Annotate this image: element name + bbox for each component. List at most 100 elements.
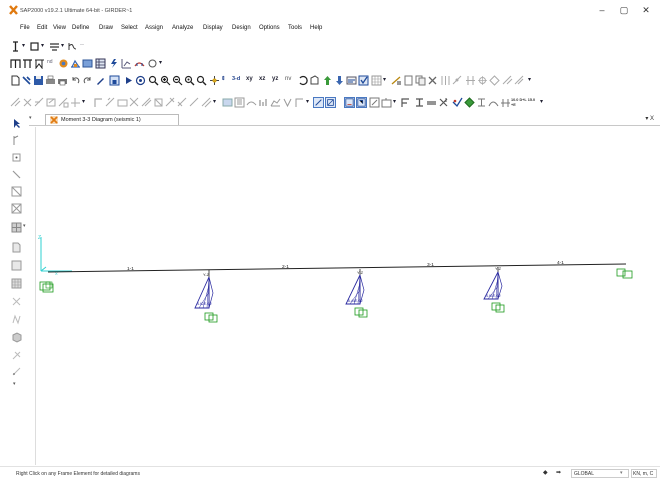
menu-file[interactable]: File	[20, 25, 30, 31]
draw-area-icon[interactable]	[11, 222, 22, 233]
snap-perp-icon[interactable]	[514, 75, 525, 86]
load-icon[interactable]	[58, 58, 69, 69]
show-loads-icon[interactable]	[234, 97, 245, 108]
save-icon[interactable]	[33, 75, 44, 86]
select-previous-icon[interactable]	[356, 97, 367, 108]
view-yz-button[interactable]: yz	[272, 76, 278, 82]
draw-frame-icon[interactable]	[391, 75, 402, 86]
diagonal-icon[interactable]	[189, 97, 200, 108]
cable-icon[interactable]	[141, 97, 152, 108]
dropdown-arrow-icon[interactable]: ▾	[22, 42, 25, 49]
moment-icon[interactable]	[34, 58, 45, 69]
axis-toggle-icon[interactable]: ⇕	[221, 76, 226, 82]
close-window-button[interactable]: ▾ X	[645, 115, 654, 122]
dropdown-arrow-icon[interactable]: ▾	[306, 98, 309, 105]
show-virtual-work-icon[interactable]	[282, 97, 293, 108]
draw-joint-icon[interactable]	[11, 152, 22, 163]
zoom-window-icon[interactable]	[148, 75, 159, 86]
select-intersect-icon[interactable]	[344, 97, 355, 108]
table-icon[interactable]	[82, 58, 93, 69]
solid-icon[interactable]	[153, 97, 164, 108]
dropdown-arrow-icon[interactable]: ▾	[41, 42, 44, 49]
assign-frame-icon[interactable]	[22, 97, 33, 108]
close-button[interactable]: ✕	[639, 4, 653, 16]
right-support[interactable]	[616, 268, 633, 279]
quick-draw-area-icon[interactable]	[11, 278, 22, 289]
up-arrow-icon[interactable]	[322, 75, 333, 86]
pin-icon[interactable]	[21, 75, 32, 86]
menu-display[interactable]: Display	[203, 25, 223, 31]
print-icon[interactable]	[57, 75, 68, 86]
maximize-button[interactable]: ▢	[617, 4, 631, 16]
stop-icon[interactable]	[135, 75, 146, 86]
grid-icon[interactable]	[371, 75, 382, 86]
view-3d-button[interactable]: 3-d	[232, 76, 240, 82]
steel-design-icon[interactable]	[414, 97, 425, 108]
model-canvas[interactable]: Z X 1-1 2-1 3-1 4-1 Y-Z 4.62E-02 Y-Z 6.4…	[35, 127, 660, 465]
zoom-out-icon[interactable]	[172, 75, 183, 86]
bridge-icon[interactable]	[70, 58, 81, 69]
dropdown-arrow-icon[interactable]: ▾	[213, 98, 216, 105]
copy-icon[interactable]	[415, 75, 426, 86]
show-stress-icon[interactable]	[270, 97, 281, 108]
snap-point-icon[interactable]	[477, 75, 488, 86]
units-display[interactable]: 10.0 D+L 15.0 +E	[511, 98, 538, 107]
quick-draw-brace-icon[interactable]	[11, 203, 22, 214]
checkbox-icon[interactable]	[358, 75, 369, 86]
moment-diagram-view[interactable]: Z X 1-1 2-1 3-1 4-1 Y-Z 4.62E-02 Y-Z 6.4…	[35, 127, 660, 465]
draw-tendon-icon[interactable]	[11, 314, 22, 325]
steel-check-icon[interactable]	[476, 97, 487, 108]
diamond-icon[interactable]	[464, 97, 475, 108]
section-tool-icon[interactable]	[10, 41, 21, 52]
menu-define[interactable]: Define	[72, 25, 89, 31]
dropdown-arrow-icon[interactable]: ▾	[528, 76, 531, 83]
show-plot-functions-icon[interactable]	[294, 97, 305, 108]
new-icon[interactable]	[10, 75, 21, 86]
frame-loads-icon[interactable]	[105, 97, 116, 108]
zoom-previous-icon[interactable]	[196, 75, 207, 86]
column-1[interactable]: Y-Z 4.62E-02	[194, 270, 218, 323]
vertical-grid-icon[interactable]	[440, 75, 451, 86]
tendon-icon[interactable]	[165, 97, 176, 108]
document-icon[interactable]	[403, 75, 414, 86]
snap-diamond-icon[interactable]	[489, 75, 500, 86]
concrete-design-icon[interactable]	[426, 97, 437, 108]
dropdown-arrow-icon[interactable]: ▾	[383, 76, 386, 83]
frame-dropdown-icon[interactable]	[29, 41, 40, 52]
draw-section-cut-icon[interactable]	[11, 350, 22, 361]
run-icon[interactable]	[123, 75, 134, 86]
draw-solid-icon[interactable]	[11, 332, 22, 343]
snap-grid-icon[interactable]	[465, 75, 476, 86]
joint-loads-icon[interactable]	[129, 97, 140, 108]
view-xz-button[interactable]: xz	[259, 76, 265, 82]
minimize-button[interactable]: –	[595, 4, 609, 16]
menu-assign[interactable]: Assign	[145, 25, 163, 31]
show-forces-icon[interactable]	[258, 97, 269, 108]
curve-icon[interactable]	[488, 97, 499, 108]
redo-icon[interactable]	[82, 75, 93, 86]
menu-tools[interactable]: Tools	[288, 25, 302, 31]
rotate-icon[interactable]	[297, 75, 308, 86]
draw-frame-icon[interactable]	[11, 169, 22, 180]
zoom-fit-icon[interactable]	[184, 75, 195, 86]
down-arrow-icon[interactable]	[334, 75, 345, 86]
frame-rect-icon[interactable]	[10, 58, 21, 69]
zoom-in-icon[interactable]	[160, 75, 171, 86]
dropdown-arrow-icon[interactable]: ▾	[61, 42, 64, 49]
left-support[interactable]	[39, 281, 54, 293]
frame-releases-icon[interactable]	[93, 97, 104, 108]
draw-dimension-icon[interactable]	[11, 366, 22, 377]
menu-draw[interactable]: Draw	[99, 25, 113, 31]
design-frame-icon[interactable]	[400, 97, 411, 108]
pointer-icon[interactable]	[452, 97, 463, 108]
lightning-icon[interactable]	[108, 58, 119, 69]
dropdown-arrow-icon[interactable]: ▾	[23, 223, 26, 229]
snap-icon[interactable]	[452, 75, 463, 86]
menu-help[interactable]: Help	[310, 25, 322, 31]
dropdown-arrow-icon[interactable]: ▾	[159, 59, 162, 66]
column-3[interactable]: Y-Z 4.60E-02	[483, 266, 505, 313]
dropdown-arrow-icon[interactable]: ▾	[13, 381, 16, 387]
draw-link-icon[interactable]	[11, 296, 22, 307]
spring-icon[interactable]	[67, 41, 78, 52]
table-icon[interactable]	[95, 58, 106, 69]
